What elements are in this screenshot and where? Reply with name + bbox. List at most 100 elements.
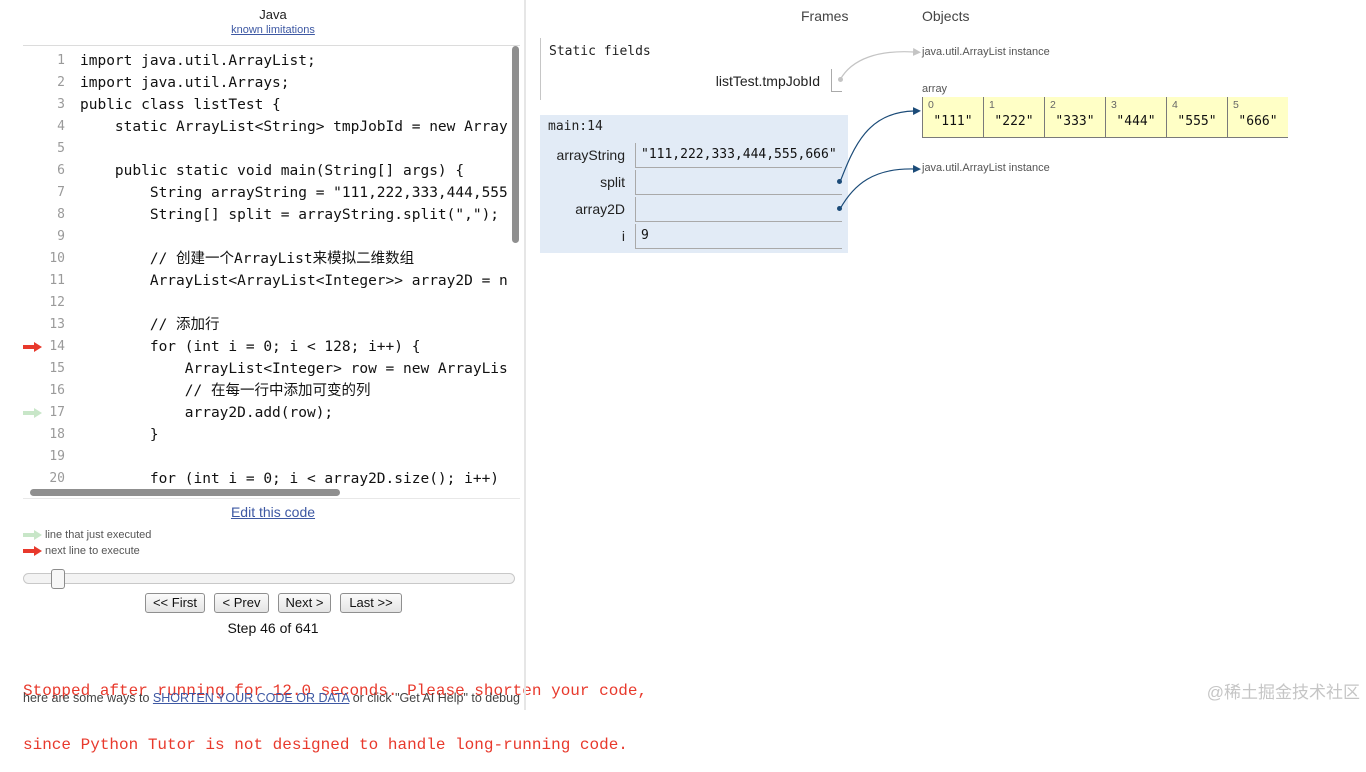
line-code: import java.util.Arrays;: [80, 75, 290, 91]
edit-code-row: Edit this code: [23, 504, 523, 520]
code-line: 6 public static void main(String[] args)…: [23, 160, 510, 182]
line-code: for (int i = 0; i < 128; i++) {: [80, 339, 421, 355]
objects-header: Objects: [922, 8, 970, 24]
code-line: 11 ArrayList<ArrayList<Integer>> array2D…: [23, 270, 510, 292]
line-number[interactable]: 12: [33, 292, 65, 314]
executed-line-arrow-icon: [23, 530, 42, 540]
known-limitations-link[interactable]: known limitations: [231, 24, 315, 36]
array-element: 2 "333": [1044, 97, 1105, 138]
line-number[interactable]: 14: [33, 336, 65, 358]
line-number[interactable]: 4: [33, 116, 65, 138]
frames-header: Frames: [801, 8, 849, 24]
line-number[interactable]: 8: [33, 204, 65, 226]
last-button[interactable]: Last >>: [340, 593, 402, 613]
line-code: // 添加行: [80, 317, 220, 333]
stack-var-value-text: 9: [641, 228, 649, 243]
array-index: 1: [989, 99, 995, 111]
legend-next: next line to execute: [23, 545, 223, 557]
code-horizontal-scrollbar[interactable]: [30, 489, 340, 496]
line-code: public static void main(String[] args) {: [80, 163, 465, 179]
line-number[interactable]: 13: [33, 314, 65, 336]
stack-var-name: array2D: [575, 201, 625, 217]
error-message: Stopped after running for 12.0 seconds. …: [23, 646, 647, 772]
line-number[interactable]: 16: [33, 380, 65, 402]
shorten-code-link[interactable]: SHORTEN YOUR CODE OR DATA: [153, 691, 349, 705]
array-value: "555": [1177, 114, 1217, 129]
code-panel[interactable]: 1 import java.util.ArrayList; 2 import java…: [23, 45, 520, 499]
pointer-dot: [838, 77, 843, 82]
line-number[interactable]: 11: [33, 270, 65, 292]
line-code: static ArrayList<String> tmpJobId = new …: [80, 119, 508, 135]
watermark: @稀土掘金技术社区: [1206, 683, 1360, 702]
line-number[interactable]: 20: [33, 468, 65, 490]
static-fields-frame: Static fields listTest.tmpJobId: [540, 38, 848, 100]
line-number[interactable]: 10: [33, 248, 65, 270]
line-number[interactable]: 17: [33, 402, 65, 424]
stack-var-value: "111,222,333,444,555,666": [635, 143, 842, 168]
stack-var-name: split: [600, 174, 625, 190]
code-line: 19: [23, 446, 510, 468]
line-number[interactable]: 5: [33, 138, 65, 160]
step-slider[interactable]: [23, 573, 515, 584]
line-code: String arrayString = "111,222,333,444,55…: [80, 185, 508, 201]
line-number[interactable]: 18: [33, 424, 65, 446]
code-line: 18 }: [23, 424, 510, 446]
step-counter: Step 46 of 641: [227, 620, 319, 636]
array-element: 4 "555": [1166, 97, 1227, 138]
panel-divider: [524, 0, 526, 710]
edit-code-link[interactable]: Edit this code: [231, 504, 315, 520]
array-index: 0: [928, 99, 934, 111]
pointer-dot: [837, 206, 842, 211]
next-button[interactable]: Next >: [278, 593, 331, 613]
static-fields-title: Static fields: [549, 44, 651, 59]
static-var-name: listTest.tmpJobId: [715, 73, 820, 89]
code-line: 12: [23, 292, 510, 314]
code-line: 9: [23, 226, 510, 248]
pointer-dot: [837, 179, 842, 184]
help-text: here are some ways to SHORTEN YOUR CODE …: [23, 690, 520, 706]
array-element: 5 "666": [1227, 97, 1288, 138]
array-object-label: array: [922, 83, 948, 95]
array-index: 4: [1172, 99, 1178, 111]
limitations-row: known limitations: [23, 23, 523, 37]
code-line: 4 static ArrayList<String> tmpJobId = ne…: [23, 116, 510, 138]
code-line: 1 import java.util.ArrayList;: [23, 50, 510, 72]
help-suffix: or click "Get AI Help" to debug: [349, 691, 521, 705]
first-button[interactable]: << First: [145, 593, 205, 613]
line-number[interactable]: 3: [33, 94, 65, 116]
array-index: 2: [1050, 99, 1056, 111]
code-line: 14 for (int i = 0; i < 128; i++) {: [23, 336, 510, 358]
line-number[interactable]: 7: [33, 182, 65, 204]
stack-var-name: arrayString: [556, 147, 625, 163]
line-number[interactable]: 2: [33, 72, 65, 94]
line-number[interactable]: 15: [33, 358, 65, 380]
stack-frame-title: main:14: [548, 119, 603, 134]
line-code: // 创建一个ArrayList来模拟二维数组: [80, 251, 415, 267]
stack-frame-main: main:14 arrayString "111,222,333,444,555,…: [540, 115, 848, 253]
line-code: }: [80, 427, 159, 443]
legend-next-label: next line to execute: [45, 545, 140, 557]
pointer-arrow-tmpjobid: [839, 47, 921, 81]
code-line: 2 import java.util.Arrays;: [23, 72, 510, 94]
line-code: ArrayList<ArrayList<Integer>> array2D = …: [80, 273, 508, 289]
code-line: 13 // 添加行: [23, 314, 510, 336]
tmpjobid-object-label: java.util.ArrayList instance: [922, 46, 1050, 58]
array-value: "666": [1238, 114, 1278, 129]
code-line: 8 String[] split = arrayString.split(","…: [23, 204, 510, 226]
error-line-2: since Python Tutor is not designed to ha…: [23, 736, 628, 754]
line-number[interactable]: 6: [33, 160, 65, 182]
line-code: ArrayList<Integer> row = new ArrayLis: [80, 361, 508, 377]
step-slider-handle[interactable]: [50, 569, 65, 589]
pointer-arrow-split: [839, 107, 921, 183]
code-vertical-scrollbar[interactable]: [512, 46, 519, 243]
line-number[interactable]: 9: [33, 226, 65, 248]
prev-button[interactable]: < Prev: [214, 593, 269, 613]
line-code: // 在每一行中添加可变的列: [80, 383, 371, 399]
code-line: 15 ArrayList<Integer> row = new ArrayLis: [23, 358, 510, 380]
help-prefix: here are some ways to: [23, 691, 153, 705]
line-number[interactable]: 19: [33, 446, 65, 468]
array-element: 0 "111": [922, 97, 983, 138]
code-line: 17 array2D.add(row);: [23, 402, 510, 424]
line-number[interactable]: 1: [33, 50, 65, 72]
code-line: 3 public class listTest {: [23, 94, 510, 116]
